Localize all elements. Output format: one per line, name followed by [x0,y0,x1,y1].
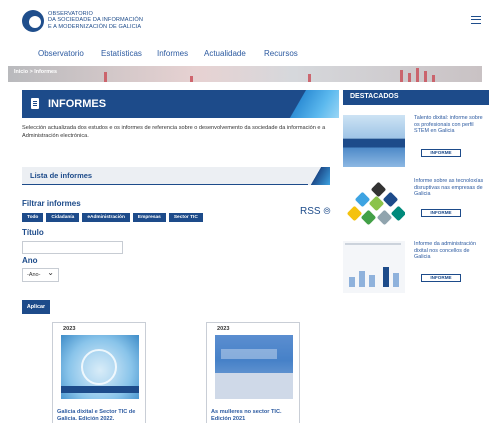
rss-label: RSS [300,206,321,217]
rss-link[interactable]: RSS ⦾ [300,206,331,217]
brand-name[interactable]: OBSERVATORIO DA SOCIEDADE DA INFORMACIÓN… [48,11,143,30]
informes-header: INFORMES [22,90,339,118]
apply-button[interactable]: Aplicar [22,300,50,314]
tag-cidadania[interactable]: Cidadanía [46,213,80,222]
tag-todo[interactable]: Todo [22,213,44,222]
filter-tags: Todo Cidadanía eAdministración Empresas Sect… [22,213,206,222]
nav-item-informes[interactable]: Informes [157,49,188,58]
nav-item-observatorio[interactable]: Observatorio [38,49,84,58]
nav-item-estatisticas[interactable]: Estatísticas [101,49,142,58]
report-card[interactable]: 2023 As mulleres no sector TIC. Edición … [206,322,300,423]
observatorio-logo-icon[interactable] [22,10,44,32]
report-cover-image [215,335,293,399]
ano-select[interactable]: -Ano- [22,267,59,282]
filter-title: Filtrar informes [22,199,81,208]
informe-button[interactable]: INFORME [421,209,461,217]
sidebar-title: DESTACADOS [350,93,399,100]
report-year: 2023 [63,326,76,332]
breadcrumb[interactable]: Inicio > Informes [14,69,57,75]
report-year: 2023 [217,326,230,332]
main-nav: Observatorio Estatísticas Informes Actua… [0,45,489,65]
hamburger-menu-icon[interactable] [471,16,481,24]
featured-cover-image [343,115,405,167]
report-cover-image [61,335,139,399]
destacados-header: DESTACADOS [343,90,489,105]
featured-cover-image [343,178,405,230]
informe-button[interactable]: INFORME [421,149,461,157]
brand-line: DA SOCIEDADE DA INFORMACIÓN [48,17,144,24]
featured-cover-image [343,241,405,293]
section-title: Lista de informes [30,171,93,180]
ano-label: Ano [22,256,38,265]
document-icon [31,98,39,109]
featured-title[interactable]: Informe sobre as tecnoloxías disruptivas… [414,178,486,198]
page: OBSERVATORIO DA SOCIEDADE DA INFORMACIÓN… [0,0,489,423]
tag-sector-tic[interactable]: Sector TIC [168,213,203,222]
tag-eadministracion[interactable]: eAdministración [82,213,130,222]
featured-title[interactable]: Informe da administración dixital nos co… [414,241,486,261]
tag-empresas[interactable]: Empresas [132,213,166,222]
featured-title[interactable]: Talento dixital: informe sobre os profes… [414,115,486,135]
nav-item-actualidade[interactable]: Actualidade [204,49,246,58]
page-title: INFORMES [48,98,107,110]
nav-item-recursos[interactable]: Recursos [264,49,298,58]
titulo-input[interactable] [22,241,123,254]
hero-banner: Inicio > Informes [8,66,482,82]
intro-text: Selección actualizada dos estudos e os i… [22,125,326,139]
rss-icon: ⦾ [323,206,331,216]
report-title[interactable]: Galicia dixital e Sector TIC de Galicia.… [57,409,145,423]
report-title[interactable]: As mulleres no sector TIC. Edición 2021 [211,409,299,423]
featured-item[interactable]: Informe da administración dixital nos co… [343,238,489,300]
featured-item[interactable]: Talento dixital: informe sobre os profes… [343,112,489,174]
brand-line: E A MODERNIZACIÓN DE GALICIA [48,23,142,30]
informe-button[interactable]: INFORME [421,274,461,282]
lista-informes-header: Lista de informes [22,167,330,185]
titulo-label: Título [22,228,44,237]
featured-item[interactable]: Informe sobre as tecnoloxías disruptivas… [343,175,489,237]
report-card[interactable]: 2023 Galicia dixital e Sector TIC de Gal… [52,322,146,423]
